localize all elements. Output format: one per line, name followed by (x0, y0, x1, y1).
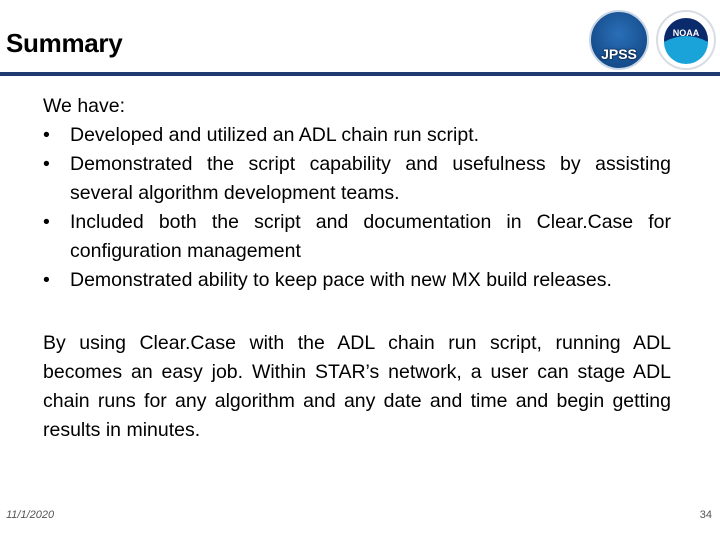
summary-paragraph: By using Clear.Case with the ADL chain r… (43, 332, 671, 441)
slide: Summary JPSS NOAA We have: • Developed an… (0, 0, 720, 540)
bullet-text: Demonstrated ability to keep pace with n… (70, 269, 612, 291)
bullet-text: Developed and utilized an ADL chain run … (70, 124, 480, 146)
slide-title: Summary (6, 28, 123, 58)
bullet-text: Demonstrated the script capability and u… (70, 153, 671, 204)
bullet-text: Included both the script and documentati… (70, 211, 671, 262)
bullet-item: • Developed and utilized an ADL chain run… (43, 121, 671, 150)
page-number: 34 (699, 509, 712, 521)
slide-body: We have: • Developed and utilized an ADL … (43, 92, 671, 445)
bullet-item: • Demonstrated the script capability and … (43, 150, 671, 208)
noaa-logo-text: NOAA (673, 28, 700, 38)
bullet-icon: • (43, 124, 50, 146)
footer-date: 11/1/2020 (6, 509, 55, 521)
bullet-icon: • (43, 211, 50, 233)
jpss-logo: JPSS (589, 10, 649, 70)
bullet-icon: • (43, 153, 50, 175)
bullet-item: • Demonstrated ability to keep pace with … (43, 266, 671, 295)
bullet-item: • Included both the script and documentat… (43, 208, 671, 266)
header-rule (0, 72, 720, 76)
jpss-logo-text: JPSS (601, 46, 637, 62)
intro-text: We have: (43, 95, 126, 117)
bullet-icon: • (43, 269, 50, 291)
noaa-logo: NOAA (656, 10, 716, 70)
